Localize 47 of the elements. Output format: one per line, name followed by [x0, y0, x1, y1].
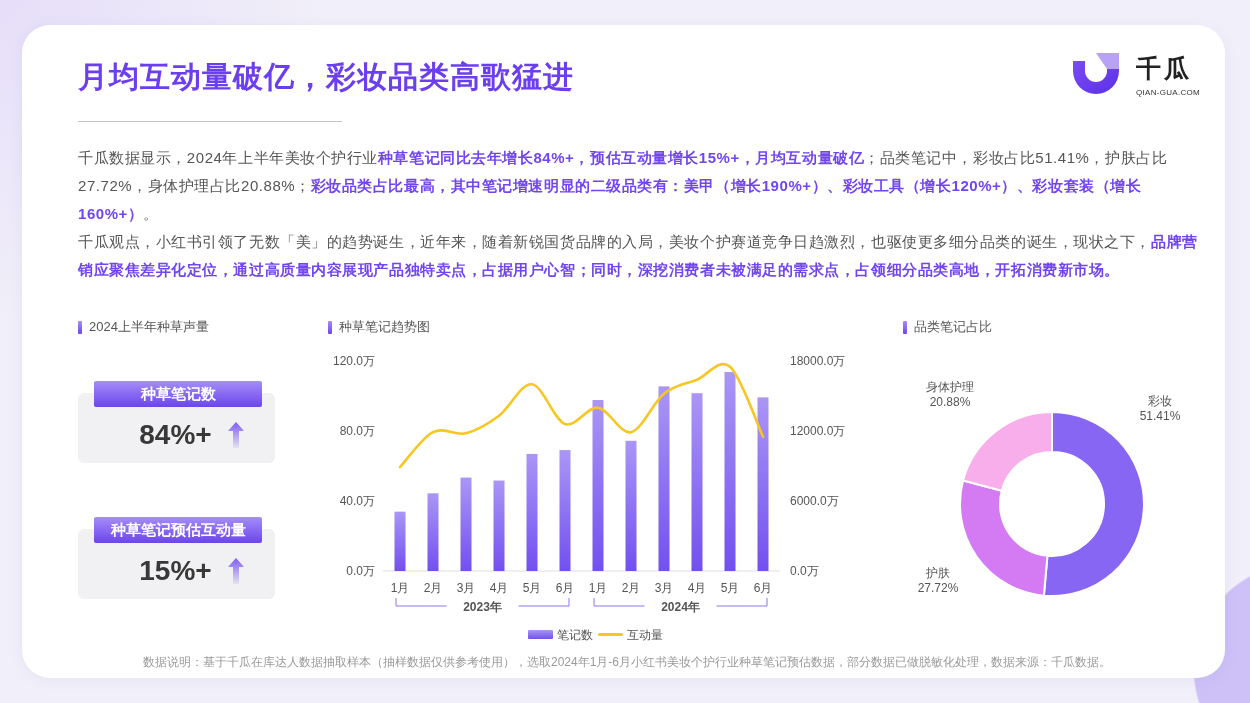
year-label: 2023年 [463, 600, 502, 614]
month-label: 4月 [687, 581, 707, 595]
slice-value: 27.72% [917, 581, 959, 595]
month-label: 3月 [456, 581, 476, 595]
slice-label: 护肤 [926, 566, 950, 580]
month-label: 1月 [390, 581, 410, 595]
body-paragraph: 千瓜观点，小红书引领了无数「美」的趋势诞生，近年来，随着新锐国货品牌的入局，美妆个护赛道竞争日趋激烈，也驱使更多细分品类的诞生，现状之下，品牌营销应聚焦差异化定位，通过高质量内容展现产品独特卖点，占据用户心智；同时，深挖消费者未被满足的需求点，占领细分品类高地，开拓消费新市场。 [78, 232, 1199, 280]
axis-label: 18000.0万 [790, 354, 846, 368]
axis-label: 0.0万 [346, 564, 375, 578]
logo-url: QIAN-GUA.COM [1135, 87, 1200, 99]
month-label: 1月 [588, 581, 608, 595]
accent-bar-icon [903, 320, 907, 334]
slice-label: 身体护理 [926, 380, 974, 394]
legend-label: 笔记数 [557, 628, 593, 642]
footnote: 数据说明：基于千瓜在库达人数据抽取样本（抽样数据仅供参考使用），选取2024年1月-6月小红书美妆个护行业种草笔记预估数据，部分数据已做脱敏化处理，数据来源：千瓜数据。 [142, 655, 1111, 669]
section-title: 2024上半年种草声量 [89, 319, 209, 335]
slide-title: 月均互动量破亿，彩妆品类高歌猛进 [78, 59, 574, 95]
bar [394, 511, 406, 571]
axis-label: 12000.0万 [790, 424, 846, 438]
month-label: 4月 [489, 581, 509, 595]
month-label: 6月 [753, 581, 773, 595]
accent-bar-icon [78, 320, 82, 334]
body-paragraph: 千瓜数据显示，2024年上半年美妆个护行业种草笔记同比去年增长84%+，预估互动量增长15%+，月均互动量破亿；品类笔记中，彩妆占比51.41%，护肤占比27.72%，身体护理占比20.88%；彩妆品类占比最高，其中笔记增速明显的二级品类有：美甲（增长190%+）、彩妆工具（增长120%+）、彩妆套装（增长160%+）。 [78, 148, 1169, 224]
metric-value: 84%+ [139, 418, 212, 452]
metric-value: 15%+ [139, 554, 212, 588]
axis-label: 6000.0万 [790, 494, 839, 508]
axis-label: 0.0万 [790, 564, 819, 578]
legend-label: 互动量 [627, 628, 663, 642]
section-title: 种草笔记趋势图 [339, 319, 430, 335]
year-label: 2024年 [661, 600, 700, 614]
accent-bar-icon [328, 320, 332, 334]
axis-label: 40.0万 [339, 494, 375, 508]
month-label: 5月 [522, 581, 542, 595]
slice-value: 20.88% [929, 395, 971, 409]
axis-label: 120.0万 [332, 354, 375, 368]
metric-label: 种草笔记数 [94, 381, 262, 407]
slice-value: 51.41% [1139, 409, 1181, 423]
month-label: 2月 [621, 581, 641, 595]
month-label: 2月 [423, 581, 443, 595]
logo-text: 千瓜 [1135, 53, 1192, 83]
slice-label: 彩妆 [1148, 394, 1172, 408]
month-label: 5月 [720, 581, 740, 595]
month-label: 3月 [654, 581, 674, 595]
month-label: 6月 [555, 581, 575, 595]
section-title: 品类笔记占比 [914, 319, 992, 335]
axis-label: 80.0万 [339, 424, 375, 438]
metric-label: 种草笔记预估互动量 [94, 517, 262, 543]
